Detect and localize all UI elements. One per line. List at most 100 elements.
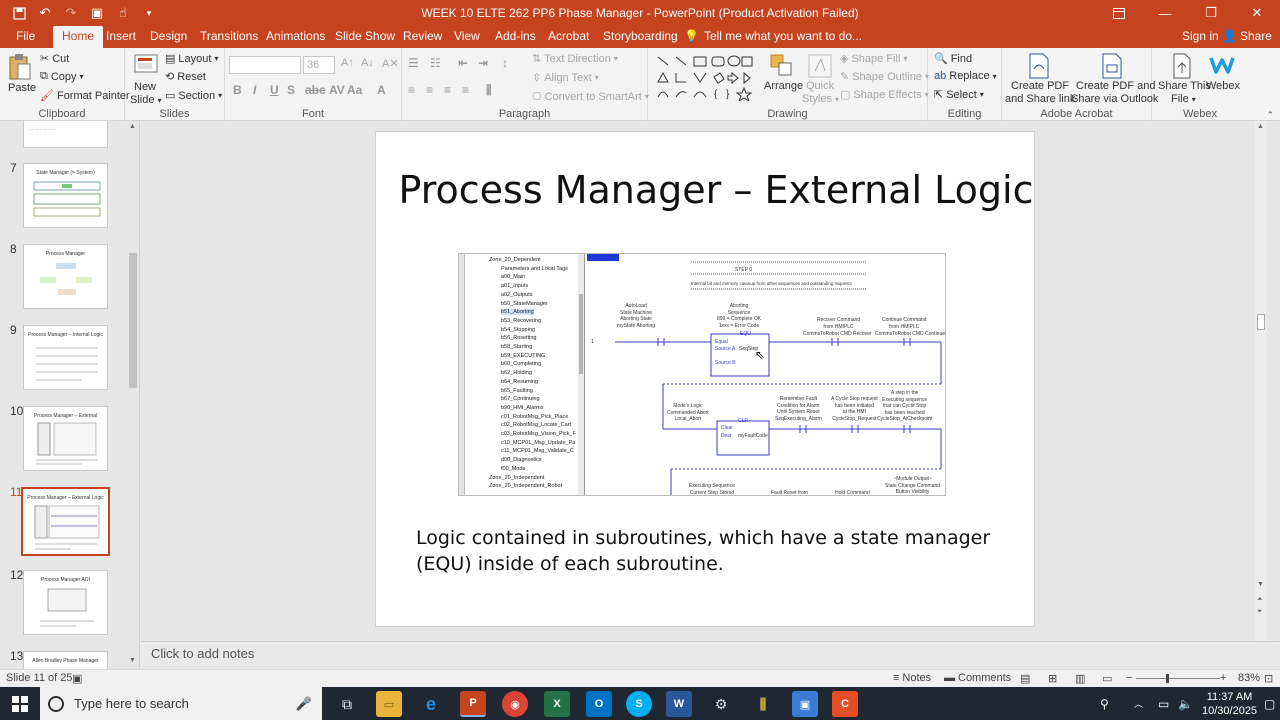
slide-title[interactable]: Process Manager – External Logic: [376, 168, 1056, 212]
new-slide-button[interactable]: Slide ▾: [130, 94, 161, 106]
zoom-slider[interactable]: [1136, 674, 1220, 683]
tree-item[interactable]: Zone_20_Independent_Robot: [489, 483, 562, 489]
slide-thumbnail-8[interactable]: Process Manager: [23, 244, 108, 309]
tree-item[interactable]: b54_Stopping: [501, 327, 535, 333]
volume-icon[interactable]: 🔈: [1178, 687, 1193, 720]
share-button[interactable]: 👤 Share: [1222, 29, 1272, 43]
reset-button[interactable]: ⟲ Reset: [165, 70, 206, 84]
layout-button[interactable]: ▤ Layout ▾: [165, 52, 218, 66]
tree-item[interactable]: b59_EXECUTING: [501, 353, 545, 359]
undo-icon[interactable]: ↶: [34, 3, 56, 23]
slide-canvas[interactable]: Process Manager – External Logic Zone_20…: [375, 131, 1035, 627]
tree-item[interactable]: b53_Recovering: [501, 318, 541, 324]
tree-item[interactable]: b62_Holding: [501, 370, 532, 376]
tree-item[interactable]: Zone_20_Dependent: [489, 257, 541, 263]
zoom-level[interactable]: 83%: [1238, 672, 1260, 684]
thumbnail-scrollbar[interactable]: ▲ ▼: [127, 121, 139, 669]
font-color-icon[interactable]: A: [377, 83, 386, 97]
grow-font-icon[interactable]: A↑: [341, 57, 354, 69]
tab-add-ins[interactable]: Add-ins: [495, 29, 536, 43]
slideshow-icon[interactable]: ▭: [1102, 672, 1112, 685]
underline-icon[interactable]: U: [270, 83, 279, 97]
align-text-button[interactable]: ⇳ Align Text ▾: [532, 71, 599, 85]
smartart-button[interactable]: ⎔ Convert to SmartArt ▾: [532, 90, 649, 104]
create-pdf-icon[interactable]: [1026, 52, 1052, 80]
comments-toggle[interactable]: ▬ Comments: [944, 672, 1011, 684]
font-size-input[interactable]: 36: [303, 56, 335, 74]
notes-toggle[interactable]: ≡ Notes: [893, 672, 931, 684]
tree-item[interactable]: a02_Outputs: [501, 292, 533, 298]
excel-icon[interactable]: X: [544, 691, 570, 717]
quick-styles-label-1[interactable]: Quick: [806, 80, 834, 92]
shapes-gallery[interactable]: {}: [654, 53, 754, 103]
rslogix-icon[interactable]: ⫼: [750, 691, 776, 717]
align-right-icon[interactable]: ≡: [444, 83, 451, 97]
create-pdf-outlook-label-1[interactable]: Create PDF and: [1076, 80, 1155, 92]
create-pdf-outlook-button[interactable]: Share via Outlook: [1071, 93, 1158, 105]
notes-pane[interactable]: Click to add notes: [141, 641, 1280, 669]
close-icon[interactable]: ✕: [1234, 0, 1280, 26]
from-beginning-icon[interactable]: ▣: [86, 3, 108, 23]
tray-expand-icon[interactable]: ︿: [1134, 687, 1143, 720]
scroll-thumb[interactable]: [129, 253, 137, 388]
tree-item[interactable]: d00_Diagnostics: [501, 457, 542, 463]
tab-view[interactable]: View: [454, 29, 480, 43]
snipping-icon[interactable]: C: [832, 691, 858, 717]
slide-thumbnail-13[interactable]: Allen Bradley Phase Manager: [23, 651, 108, 669]
normal-view-icon[interactable]: ▤: [1020, 672, 1030, 685]
people-icon[interactable]: ⚲: [1100, 687, 1109, 720]
tree-item[interactable]: b60_Completing: [501, 361, 541, 367]
create-pdf-share-link-button[interactable]: and Share link: [1005, 93, 1075, 105]
clear-formatting-icon[interactable]: A✕: [382, 57, 399, 70]
taskbar-search-box[interactable]: Type here to search 🎤: [40, 687, 322, 720]
slide-thumbnail-10[interactable]: Process Manager – External: [23, 406, 108, 471]
zoom-slider-thumb[interactable]: [1166, 674, 1169, 683]
file-explorer-icon[interactable]: ▭: [376, 691, 402, 717]
webex-icon[interactable]: [1208, 52, 1236, 78]
scroll-down-icon[interactable]: ▼: [129, 657, 136, 664]
tree-item[interactable]: c10_MCP01_Msg_Update_Pa: [501, 440, 575, 446]
slide-body-text[interactable]: Logic contained in subroutines, which ha…: [416, 525, 1016, 577]
collapse-ribbon-icon[interactable]: ⌃: [1266, 110, 1274, 121]
sign-in-link[interactable]: Sign in: [1182, 29, 1219, 43]
spellcheck-icon[interactable]: ▣: [72, 672, 82, 685]
font-name-input[interactable]: [229, 56, 301, 74]
maximize-icon[interactable]: ❐: [1188, 0, 1234, 26]
tell-me-box[interactable]: 💡 Tell me what you want to do...: [684, 29, 862, 43]
new-slide-label-1[interactable]: New: [134, 81, 156, 93]
find-button[interactable]: 🔍 Find: [934, 52, 972, 66]
tree-item[interactable]: b67_Continuing: [501, 396, 540, 402]
tree-item[interactable]: a01_Inputs: [501, 283, 528, 289]
slide-thumbnail-7[interactable]: State Manager (= System): [23, 163, 108, 228]
tab-review[interactable]: Review: [403, 29, 442, 43]
tree-item[interactable]: c11_MCP01_Msg_Validate_C: [501, 448, 574, 454]
share-file-button[interactable]: File ▾: [1171, 93, 1196, 105]
tools-icon[interactable]: ⚙: [708, 691, 734, 717]
tree-item[interactable]: b58_Starting: [501, 344, 532, 350]
powerpoint-taskbar-icon[interactable]: P: [460, 691, 486, 717]
tree-item[interactable]: a00_Main: [501, 274, 525, 280]
align-left-icon[interactable]: ≡: [408, 83, 415, 97]
editor-scrollbar[interactable]: ▲ ▼ ⏶ ⏷: [1255, 121, 1267, 641]
align-center-icon[interactable]: ≡: [426, 83, 433, 97]
previous-slide-icon[interactable]: ⏶: [1257, 596, 1263, 604]
select-button[interactable]: ⇱ Select ▾: [934, 88, 984, 102]
quick-styles-button[interactable]: Styles ▾: [802, 93, 839, 105]
internet-explorer-icon[interactable]: e: [418, 691, 444, 717]
notification-icon[interactable]: ▢: [1264, 687, 1275, 720]
text-shadow-icon[interactable]: S: [287, 83, 295, 97]
tree-scrollbar[interactable]: [578, 254, 584, 495]
ladder-logic-screenshot[interactable]: Zone_20_Dependent Parameters and Local Ta…: [458, 253, 946, 496]
tree-item[interactable]: b56_Resetting: [501, 335, 536, 341]
tab-file[interactable]: File: [16, 29, 35, 43]
paste-icon[interactable]: [6, 52, 34, 82]
bullets-icon[interactable]: ☰: [408, 56, 419, 70]
tree-item[interactable]: c03_RobotMsg_Vision_Pick_F: [501, 431, 576, 437]
create-pdf-outlook-icon[interactable]: [1099, 52, 1125, 80]
zoom-out-icon[interactable]: −: [1126, 672, 1132, 684]
copy-button[interactable]: ⧉ Copy ▾: [40, 70, 84, 83]
share-file-label-1[interactable]: Share This: [1158, 80, 1211, 92]
text-direction-button[interactable]: ⇅ Text Direction ▾: [532, 52, 618, 66]
slide-thumbnail-11[interactable]: Process Manager – External Logic: [21, 487, 110, 556]
tree-item[interactable]: b65_Faulting: [501, 388, 533, 394]
